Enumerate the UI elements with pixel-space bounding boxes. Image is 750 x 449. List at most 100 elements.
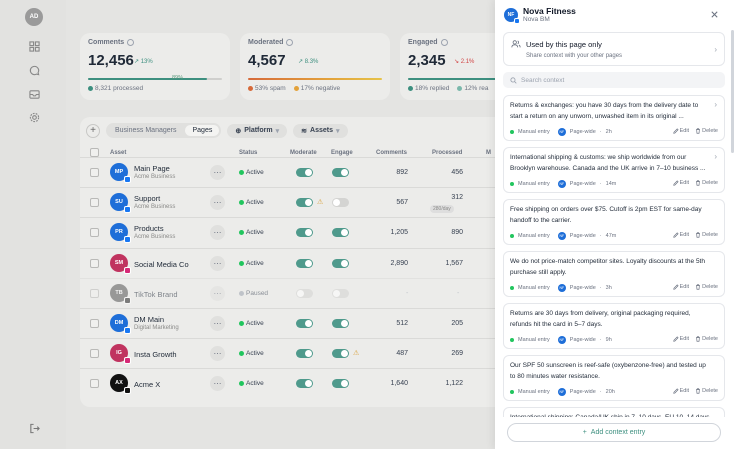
info-icon[interactable] bbox=[286, 39, 294, 46]
trash-icon bbox=[696, 232, 700, 238]
drawer-scrollbar[interactable] bbox=[731, 30, 734, 153]
row-checkbox[interactable] bbox=[90, 168, 99, 177]
chat-icon[interactable] bbox=[29, 65, 40, 76]
delete-button[interactable]: Delete bbox=[695, 128, 718, 134]
more-options-button[interactable]: ⋯ bbox=[210, 316, 225, 331]
more-options-button[interactable]: ⋯ bbox=[210, 255, 225, 271]
rate-chip: 280/day bbox=[430, 205, 454, 214]
tab-business-managers[interactable]: Business Managers bbox=[108, 125, 183, 136]
edit-button[interactable]: Edit bbox=[672, 180, 689, 186]
moderate-toggle[interactable] bbox=[296, 349, 313, 359]
trash-icon bbox=[696, 284, 700, 290]
chevron-right-icon[interactable]: › bbox=[714, 100, 717, 109]
context-drawer: NF Nova Fitness Nova BM Used by this pag… bbox=[495, 0, 750, 449]
add-asset-button[interactable]: + bbox=[86, 123, 100, 138]
table-row[interactable]: SU Support Acme Business ⋯ Active ⚠ 567 312 280/… bbox=[80, 187, 520, 217]
page-avatar-mini: NF bbox=[557, 232, 566, 240]
table-toolbar: + Business Managers Pages ⊕ Platform ▾ ≋ As… bbox=[86, 123, 348, 138]
moderate-toggle[interactable] bbox=[296, 228, 313, 238]
delete-button[interactable]: Delete bbox=[695, 284, 718, 290]
row-checkbox[interactable] bbox=[90, 198, 99, 208]
delete-button[interactable]: Delete bbox=[695, 388, 718, 394]
asset-avatar: PR bbox=[110, 223, 131, 244]
user-avatar[interactable]: AD bbox=[25, 8, 43, 26]
context-scope-selector[interactable]: Used by this page only Share context wit… bbox=[503, 32, 725, 66]
row-checkbox[interactable] bbox=[90, 228, 99, 238]
search-input[interactable] bbox=[521, 76, 711, 84]
more-options-button[interactable]: ⋯ bbox=[210, 225, 225, 241]
page-avatar-mini: NF bbox=[557, 284, 566, 292]
delete-button[interactable]: Delete bbox=[695, 336, 718, 342]
active-dot bbox=[510, 338, 514, 342]
info-icon[interactable] bbox=[440, 39, 448, 46]
platform-filter[interactable]: ⊕ Platform ▾ bbox=[227, 123, 288, 138]
add-context-entry-button[interactable]: + Add context entry bbox=[507, 423, 721, 442]
more-options-button[interactable]: ⋯ bbox=[210, 165, 225, 180]
select-all-checkbox[interactable] bbox=[90, 148, 99, 157]
row-checkbox[interactable] bbox=[90, 288, 99, 298]
moderate-toggle[interactable] bbox=[296, 168, 313, 177]
stat-delta: ↗ 13% bbox=[134, 59, 153, 65]
edit-button[interactable]: Edit bbox=[672, 284, 689, 290]
more-options-button[interactable]: ⋯ bbox=[210, 376, 225, 392]
context-entry[interactable]: Our SPF 50 sunscreen is reef-safe (oxybe… bbox=[503, 355, 725, 401]
tab-pages[interactable]: Pages bbox=[185, 125, 220, 136]
more-options-button[interactable]: ⋯ bbox=[210, 346, 225, 362]
delete-button[interactable]: Delete bbox=[695, 180, 718, 186]
logout-icon[interactable] bbox=[29, 423, 40, 434]
context-entry[interactable]: Returns are 30 days from delivery, origi… bbox=[503, 303, 725, 349]
delete-button[interactable]: Delete bbox=[695, 232, 718, 238]
stat-sub: 53% spam 17% negative bbox=[248, 85, 340, 92]
edit-button[interactable]: Edit bbox=[672, 232, 689, 238]
col-status: Status bbox=[239, 150, 258, 156]
row-checkbox[interactable] bbox=[90, 349, 99, 359]
settings-icon[interactable] bbox=[29, 112, 40, 123]
engage-toggle[interactable] bbox=[332, 379, 349, 389]
close-icon[interactable] bbox=[710, 10, 719, 19]
context-entry[interactable]: International shipping & customs: we shi… bbox=[503, 147, 725, 193]
grid-icon[interactable] bbox=[29, 41, 40, 52]
table-row[interactable]: AX Acme X ⋯ Active 1,640 1,122 bbox=[80, 368, 520, 398]
engage-toggle[interactable] bbox=[332, 349, 349, 359]
table-row[interactable]: MP Main Page Acme Business ⋯ Active 892 456 bbox=[80, 157, 520, 187]
table-row[interactable]: TB TikTok Brand ⋯ Paused - - bbox=[80, 277, 520, 308]
engage-toggle[interactable] bbox=[332, 288, 349, 298]
more-options-button[interactable]: ⋯ bbox=[210, 195, 225, 211]
engage-toggle[interactable] bbox=[332, 198, 349, 208]
engage-toggle[interactable] bbox=[332, 228, 349, 238]
edit-button[interactable]: Edit bbox=[672, 336, 689, 342]
moderate-toggle[interactable] bbox=[296, 379, 313, 389]
stat-label: Comments bbox=[88, 39, 135, 46]
asset-name: Support bbox=[134, 194, 161, 204]
table-row[interactable]: IG Insta Growth ⋯ Active ⚠ 487 269 bbox=[80, 338, 520, 368]
inbox-icon[interactable] bbox=[29, 89, 40, 100]
table-row[interactable]: PR Products Acme Business ⋯ Active 1,205 890 bbox=[80, 217, 520, 247]
chevron-right-icon[interactable]: › bbox=[714, 152, 717, 161]
table-row[interactable]: SM Social Media Co ⋯ Active 2,890 1,567 bbox=[80, 247, 520, 278]
moderate-toggle[interactable] bbox=[296, 288, 313, 298]
engage-toggle[interactable] bbox=[332, 319, 349, 328]
row-checkbox[interactable] bbox=[90, 258, 99, 268]
entry-actions: Edit Delete bbox=[672, 284, 718, 290]
engage-toggle[interactable] bbox=[332, 258, 349, 268]
assets-filter[interactable]: ≋ Assets ▾ bbox=[293, 123, 348, 138]
moderate-toggle[interactable] bbox=[296, 258, 313, 268]
context-entry[interactable]: Returns & exchanges: you have 30 days fr… bbox=[503, 95, 725, 141]
moderate-toggle[interactable] bbox=[296, 198, 313, 208]
edit-button[interactable]: Edit bbox=[672, 128, 689, 134]
table-row[interactable]: DM DM Main Digital Marketing ⋯ Active 512 205 bbox=[80, 308, 520, 338]
stat-delta: ↘ 2.1% bbox=[454, 59, 475, 65]
processed-count: 890 bbox=[451, 229, 463, 237]
row-checkbox[interactable] bbox=[90, 319, 99, 328]
row-checkbox[interactable] bbox=[90, 379, 99, 389]
stat-progress-bar bbox=[248, 78, 382, 80]
more-options-button[interactable]: ⋯ bbox=[210, 285, 225, 301]
info-icon[interactable] bbox=[127, 39, 135, 46]
engage-toggle[interactable] bbox=[332, 168, 349, 177]
context-entry[interactable]: International shipping: Canada/UK ship i… bbox=[503, 407, 725, 417]
context-entry[interactable]: We do not price-match competitor sites. … bbox=[503, 251, 725, 297]
moderate-toggle[interactable] bbox=[296, 319, 313, 328]
entry-actions: Edit Delete bbox=[672, 232, 718, 238]
context-entry[interactable]: Free shipping on orders over $75. Cutoff… bbox=[503, 199, 725, 245]
edit-button[interactable]: Edit bbox=[672, 388, 689, 394]
